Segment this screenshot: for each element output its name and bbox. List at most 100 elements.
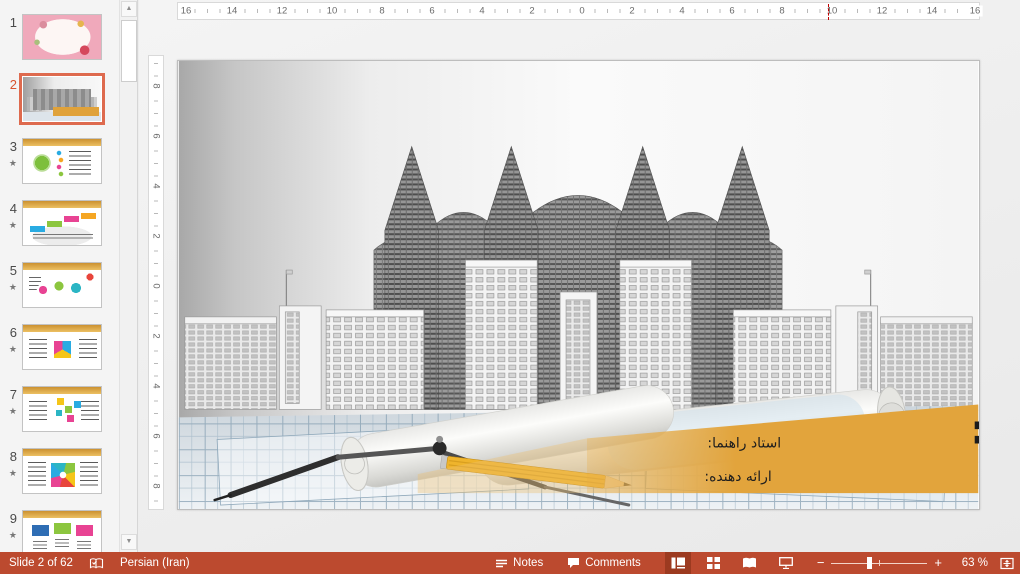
editing-workspace: 1614121086420246810121416 864202468 [139,0,1020,552]
zoom-control: − + [817,552,942,574]
comments-button[interactable]: Comments [567,557,641,569]
fit-to-window-icon [1000,557,1014,570]
slide-thumbnail-item[interactable]: 9 ★ [0,510,118,552]
thumbnail-scrollbar[interactable]: ▲ ▼ [119,0,137,552]
thumbnail-gutter: 1 ★ [0,14,22,45]
normal-view-button[interactable] [665,552,691,574]
fit-slide-to-window-button[interactable] [1000,557,1014,570]
ruler-label: 16 [968,6,983,17]
thumbnail-gutter: 5 ★ [0,262,22,293]
slide-number: 4 [10,201,17,216]
animation-star-icon: ★ [9,343,17,355]
slide-canvas[interactable]: موضوع: استاد راهنما: ارائه دهنده: [177,60,980,510]
thumbnail-gutter: 6 ★ [0,324,22,355]
ruler-label: 2 [151,231,162,240]
ruler-label: 6 [427,6,436,17]
ruler-label: 10 [325,6,340,17]
animation-star-icon: ★ [9,281,17,293]
normal-view-icon [671,557,685,569]
animation-star-icon: ★ [9,529,17,541]
slide-number: 2 [10,77,17,92]
ruler-label: 0 [577,6,586,17]
zoom-in-button[interactable]: + [934,552,942,574]
thumbnail-gutter: 3 ★ [0,138,22,169]
slide-thumbnail-image[interactable] [22,386,102,432]
ruler-label: 6 [151,131,162,140]
slide-thumbnail-image[interactable] [22,14,102,60]
slide-thumbnail-image[interactable] [22,510,102,552]
ruler-cursor-indicator [828,4,829,20]
ruler-label: 4 [677,6,686,17]
presenter-text[interactable]: ارائه دهنده: [704,469,771,485]
slide-thumbnail-item[interactable]: 7 ★ [0,386,118,432]
language-indicator[interactable]: Persian (Iran) [120,557,190,569]
ruler-label: 10 [825,6,840,17]
supervisor-text[interactable]: استاد راهنما: [707,435,781,451]
slide-sorter-view-button[interactable] [701,552,727,574]
zoom-slider[interactable] [831,552,927,574]
slide-number: 1 [10,15,17,30]
comments-icon [567,557,580,569]
slide-thumbnail-image[interactable] [22,324,102,370]
slideshow-view-button[interactable] [773,552,799,574]
slide-number: 9 [10,511,17,526]
slide-thumbnail-list: 1 ★ 2 ★ 3 ★ 4 ★ [0,14,118,552]
animation-star-icon: ★ [9,157,17,169]
slide-number: 8 [10,449,17,464]
ruler-label: 2 [151,331,162,340]
slide-number: 5 [10,263,17,278]
scrollbar-thumb[interactable] [121,20,137,82]
slideshow-icon [779,557,793,569]
slide-thumbnail-image[interactable] [22,76,102,122]
slide-thumbnail-item[interactable]: 5 ★ [0,262,118,308]
slide-thumbnail-panel: 1 ★ 2 ★ 3 ★ 4 ★ [0,0,138,552]
horizontal-ruler[interactable]: 1614121086420246810121416 [177,2,980,20]
zoom-slider-thumb[interactable] [867,557,872,569]
ruler-label: 4 [151,381,162,390]
slide-thumbnail-image[interactable] [22,200,102,246]
ruler-label: 12 [275,6,290,17]
slide-thumbnail-image[interactable] [22,138,102,184]
status-bar: Slide 2 of 62 Persian (Iran) Notes Comme… [0,552,1020,574]
thumbnail-gutter: 2 ★ [0,76,22,107]
slide-sorter-icon [707,557,720,569]
zoom-percentage[interactable]: 63 % [954,557,988,569]
slide-thumbnail-item[interactable]: 4 ★ [0,200,118,246]
thumbnail-gutter: 4 ★ [0,200,22,231]
slide-background-image[interactable]: موضوع: استاد راهنما: ارائه دهنده: [178,61,979,509]
slide-indicator[interactable]: Slide 2 of 62 [9,557,73,569]
spellcheck-icon[interactable] [89,557,104,570]
slide-thumbnail-item[interactable]: 1 ★ [0,14,118,60]
ruler-label: 4 [477,6,486,17]
ruler-label: 6 [151,431,162,440]
reading-view-button[interactable] [737,552,763,574]
slide-number: 6 [10,325,17,340]
thumbnail-gutter: 9 ★ [0,510,22,541]
slide-number: 3 [10,139,17,154]
slide-thumbnail-image[interactable] [22,448,102,494]
slide-thumbnail-item[interactable]: 8 ★ [0,448,118,494]
vertical-ruler[interactable]: 864202468 [148,55,164,510]
notes-button[interactable]: Notes [495,557,543,569]
slide-thumbnail-image[interactable] [22,262,102,308]
powerpoint-window: 1 ★ 2 ★ 3 ★ 4 ★ [0,0,1020,574]
slide-thumbnail-item[interactable]: 2 ★ [0,76,118,122]
ruler-label: 0 [151,281,162,290]
ruler-label: 2 [527,6,536,17]
slide-thumbnail-item[interactable]: 6 ★ [0,324,118,370]
ruler-label: 12 [875,6,890,17]
ruler-label: 14 [925,6,940,17]
scroll-down-arrow-icon[interactable]: ▼ [121,534,137,550]
thumbnail-gutter: 8 ★ [0,448,22,479]
slide-title-text[interactable]: موضوع: [970,407,979,453]
ruler-label: 2 [627,6,636,17]
scroll-up-arrow-icon[interactable]: ▲ [121,1,137,17]
slide-thumbnail-item[interactable]: 3 ★ [0,138,118,184]
slide-number: 7 [10,387,17,402]
animation-star-icon: ★ [9,405,17,417]
ruler-label: 8 [151,81,162,90]
vertical-ruler-labels: 864202468 [149,56,163,509]
reading-view-icon [742,557,757,569]
ruler-label: 4 [151,181,162,190]
zoom-out-button[interactable]: − [817,552,825,574]
